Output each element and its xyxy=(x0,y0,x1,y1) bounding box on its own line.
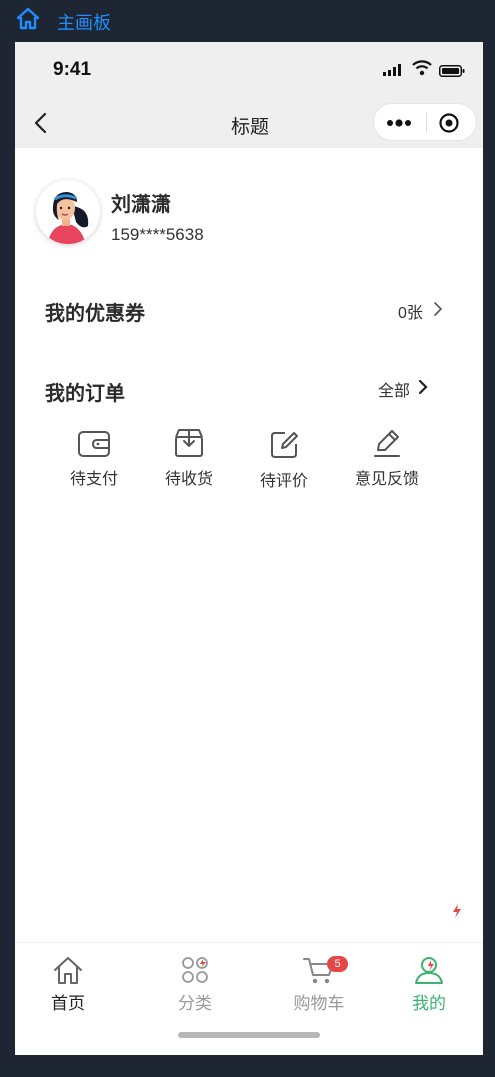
tab-category[interactable]: 分类 xyxy=(150,955,240,1014)
editor-topbar: 主画板 xyxy=(0,0,495,42)
avatar[interactable] xyxy=(36,180,100,244)
box-icon xyxy=(175,429,203,457)
tab-label: 我的 xyxy=(412,994,446,1013)
battery-icon xyxy=(439,65,465,77)
order-item-label: 待收货 xyxy=(164,471,213,488)
order-feedback[interactable]: 意见反馈 xyxy=(343,427,431,489)
order-item-label: 意见反馈 xyxy=(354,471,419,488)
edit-square-icon xyxy=(271,432,298,458)
orders-all-link[interactable]: 全部 xyxy=(378,377,410,401)
category-icon xyxy=(182,957,208,983)
orders-section-title: 我的订单 xyxy=(45,383,125,405)
close-target-icon[interactable] xyxy=(438,112,460,134)
home-icon xyxy=(54,957,82,984)
order-item-label: 待评价 xyxy=(259,473,308,490)
order-pending-receipt[interactable]: 待收货 xyxy=(145,427,233,489)
wifi-icon xyxy=(412,60,432,76)
status-time: 9:41 xyxy=(53,59,92,80)
more-icon[interactable] xyxy=(384,113,414,133)
coupon-count[interactable]: 0张 xyxy=(398,299,423,323)
mini-program-capsule xyxy=(373,103,477,141)
tab-label: 首页 xyxy=(51,994,85,1013)
chevron-right-icon[interactable] xyxy=(418,379,428,395)
tab-cart[interactable]: 5 购物车 xyxy=(274,955,364,1014)
home-indicator xyxy=(178,1032,320,1038)
user-name: 刘潇潇 xyxy=(111,194,171,216)
chevron-right-icon[interactable] xyxy=(433,301,443,317)
coupon-section-title: 我的优惠券 xyxy=(45,303,145,325)
home-icon[interactable] xyxy=(16,7,40,31)
tab-bar: 首页 分类 5 购物车 我的 xyxy=(15,942,483,1055)
user-icon xyxy=(415,957,443,984)
order-pending-review[interactable]: 待评价 xyxy=(240,429,328,491)
capsule-divider xyxy=(426,113,427,133)
pencil-icon xyxy=(374,430,400,457)
wallet-icon xyxy=(78,431,110,457)
tab-home[interactable]: 首页 xyxy=(23,955,113,1014)
order-pending-payment[interactable]: 待支付 xyxy=(50,429,138,489)
signal-icon xyxy=(383,64,401,76)
user-phone: 159****5638 xyxy=(111,225,204,244)
cart-badge: 5 xyxy=(327,956,348,972)
tab-label: 分类 xyxy=(178,994,212,1013)
tab-mine[interactable]: 我的 xyxy=(384,955,474,1014)
phone-screen: 9:41 标题 刘潇潇 159****5638 我的优惠券 0张 我的订单 全部… xyxy=(15,42,483,1055)
artboard-title: 主画板 xyxy=(57,13,111,33)
tab-label: 购物车 xyxy=(293,994,345,1013)
order-item-label: 待支付 xyxy=(69,471,118,488)
nav-bar: 标题 xyxy=(15,100,483,148)
avatar-illustration-icon xyxy=(48,192,89,244)
lightning-icon xyxy=(453,904,461,918)
status-bar: 9:41 xyxy=(15,42,483,100)
